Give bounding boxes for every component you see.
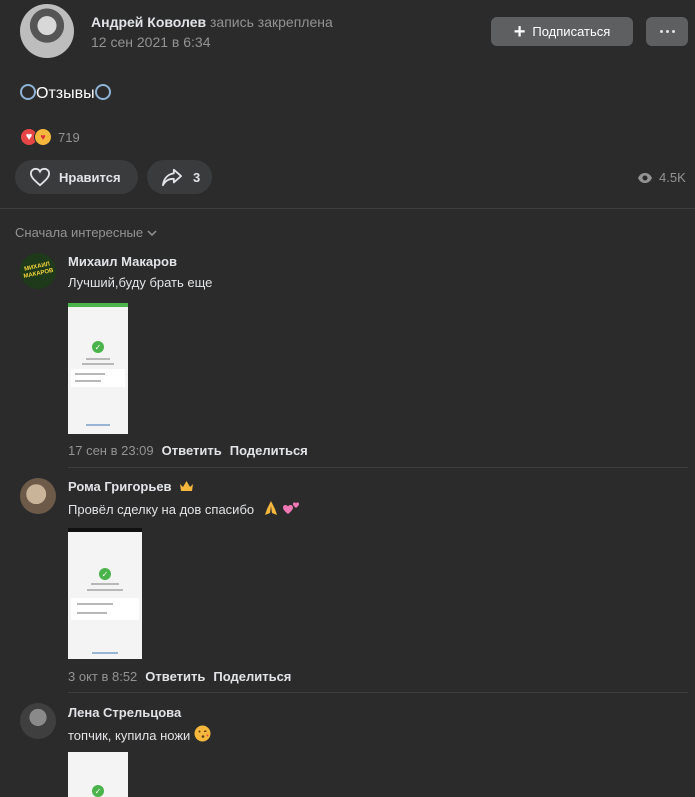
comment-attachment-image[interactable]: ✓ (68, 752, 128, 797)
comment-attachment-image[interactable]: ✓ (68, 303, 128, 434)
comment-author-name[interactable]: Рома Григорьев (68, 479, 172, 494)
sort-label: Сначала интересные (15, 225, 144, 240)
post-date[interactable]: 12 сен 2021 в 6:34 (91, 34, 210, 50)
check-icon: ✓ (99, 568, 111, 580)
share-arrow-icon (162, 168, 182, 187)
check-icon: ✓ (92, 785, 104, 797)
views-counter: 4.5K (637, 170, 686, 185)
share-button[interactable]: 3 (147, 160, 212, 194)
kissing-face-icon (194, 725, 211, 742)
eye-icon (638, 172, 652, 183)
chevron-down-icon (147, 229, 157, 236)
plus-icon: + (513, 20, 526, 43)
subscribe-button[interactable]: + Подписаться (491, 17, 633, 46)
more-dot (665, 30, 669, 33)
like-button[interactable]: Нравится (15, 160, 138, 194)
like-label: Нравится (59, 169, 121, 185)
thumb-text-line (92, 652, 118, 654)
comment-text: Провёл сделку на дов спасибо (68, 500, 301, 517)
comment-attachment-image[interactable]: ✓ (68, 528, 142, 659)
thumb-text-line (91, 583, 119, 585)
thumb-text-line (82, 363, 114, 365)
thumb-text-line (75, 380, 101, 382)
comment-author[interactable]: Михаил Макаров (68, 254, 177, 269)
comment-avatar[interactable]: МИХАИЛ МАКАРОВ (20, 253, 56, 289)
more-dots-icon (659, 30, 663, 33)
share-link[interactable]: Поделиться (213, 669, 291, 684)
views-count: 4.5K (659, 170, 686, 185)
comment-meta: 17 сен в 23:09 Ответить Поделиться (68, 443, 308, 458)
comment-date[interactable]: 3 окт в 8:52 (68, 669, 137, 684)
thumb-card (71, 369, 125, 387)
check-icon: ✓ (92, 341, 104, 353)
thumb-text-line (86, 358, 110, 360)
thumb-status-bar (68, 303, 128, 307)
comment-avatar[interactable] (20, 478, 56, 514)
thumb-status-bar (68, 528, 142, 532)
praying-hands-icon (264, 501, 277, 515)
comment-text: Лучший,буду брать еще (68, 275, 213, 290)
post-text-label: Отзывы (36, 85, 95, 102)
love-face-reaction-icon: ♥ (34, 128, 52, 146)
reply-link[interactable]: Ответить (162, 443, 222, 458)
more-dot (671, 30, 675, 33)
avatar-text: МИХАИЛ МАКАРОВ (23, 261, 55, 281)
more-options-button[interactable] (646, 17, 688, 46)
pinned-note: запись закреплена (210, 14, 333, 30)
thumb-text-line (77, 612, 107, 614)
post-text: Отзывы (20, 84, 111, 103)
comment-author[interactable]: Лена Стрельцова (68, 705, 181, 720)
comment-avatar[interactable] (20, 703, 56, 739)
share-link[interactable]: Поделиться (230, 443, 308, 458)
comments-sort-selector[interactable]: Сначала интересные (15, 225, 157, 240)
hearts-icon (283, 502, 300, 514)
author-avatar[interactable] (20, 4, 74, 58)
reactions-summary[interactable]: ♥ ♥ 719 (20, 128, 80, 146)
thumb-text-line (87, 589, 123, 591)
thumb-text-line (77, 603, 113, 605)
thumb-text-line (86, 424, 110, 426)
comment-text-label: топчик, купила ножи (68, 728, 191, 743)
thumb-card (71, 598, 139, 620)
crown-icon (180, 481, 194, 491)
heart-outline-icon (29, 167, 51, 187)
ring-icon (20, 84, 36, 100)
share-count: 3 (193, 169, 201, 185)
comment-author: Рома Григорьев (68, 479, 194, 494)
comment-divider (68, 467, 688, 468)
author-name[interactable]: Андрей Коволев (91, 14, 206, 30)
reaction-count: 719 (58, 129, 80, 145)
section-divider (0, 208, 695, 209)
comment-divider (68, 692, 688, 693)
comment-text: топчик, купила ножи (68, 725, 211, 743)
author-line: Андрей Коволев запись закреплена (91, 14, 333, 30)
ring-icon (94, 84, 111, 100)
comment-date[interactable]: 17 сен в 23:09 (68, 443, 154, 458)
comment-text-label: Провёл сделку на дов спасибо (68, 502, 255, 517)
post-header: Андрей Коволев запись закреплена 12 сен … (0, 0, 695, 70)
thumb-text-line (75, 373, 105, 375)
subscribe-label: Подписаться (532, 24, 611, 39)
reply-link[interactable]: Ответить (145, 669, 205, 684)
comment-meta: 3 окт в 8:52 Ответить Поделиться (68, 669, 291, 684)
